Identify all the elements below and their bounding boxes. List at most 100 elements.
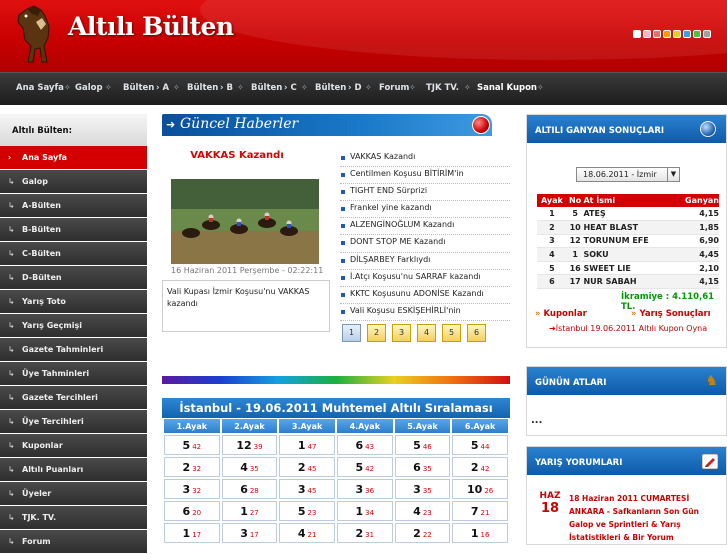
nav-item[interactable]: Bülten — [187, 83, 218, 93]
comment-date-day: 18 — [540, 501, 560, 516]
chevron-down-icon[interactable]: ▼ — [667, 168, 679, 181]
news-list-item[interactable]: TIGHT END Sürprizi — [340, 184, 510, 202]
news-list-item[interactable]: DİLŞARBEY Farklıydı — [340, 253, 510, 270]
nav-item-suffix[interactable]: › D — [348, 83, 362, 93]
page-button[interactable]: 2 — [367, 324, 386, 342]
yaris-yorumlari-title: YARIŞ YORUMLARI — [535, 458, 623, 468]
nav-item[interactable]: TJK TV. — [426, 83, 459, 93]
results-row[interactable]: 5 16 SWEET LIE 2,10 — [537, 261, 719, 276]
kupon-oyna-link[interactable]: ➜İstanbul 19.06.2011 Altılı Kupon Oyna — [549, 324, 707, 333]
sidebar-item[interactable]: ↳ Üye Tercihleri — [0, 410, 147, 434]
color-swatch[interactable] — [673, 30, 681, 38]
altili-cell: 4 35 — [221, 457, 278, 477]
color-swatch[interactable] — [703, 30, 711, 38]
comment-link[interactable]: 18 Haziran 2011 CUMARTESİ ANKARA - Safka… — [569, 492, 719, 544]
horse-points: 44 — [480, 442, 490, 451]
sidebar-item[interactable]: ↳ Üye Tahminleri — [0, 362, 147, 386]
news-list-item[interactable]: Vali Koşusu ESKİŞEHİRLİ'nin — [340, 304, 510, 321]
page-button[interactable]: 1 — [342, 324, 361, 342]
nav-item[interactable]: Bülten — [315, 83, 346, 93]
yaris-sonuclari-link[interactable]: » Yarış Sonuçları — [631, 309, 711, 319]
color-swatch[interactable] — [653, 30, 661, 38]
theme-swatches — [633, 30, 711, 38]
sidebar-item[interactable]: ↳ Kuponlar — [0, 434, 147, 458]
nav-item[interactable]: Sanal Kupon — [477, 83, 537, 93]
arrow-right-icon: ➜ — [166, 118, 176, 131]
results-row[interactable]: 3 12 TORUNUM EFE 6,90 — [537, 234, 719, 249]
return-arrow-icon: ↳ — [8, 297, 15, 306]
sidebar-item[interactable]: ↳ A-Bülten — [0, 194, 147, 218]
news-list-item[interactable]: ALZENGİNOĞLUM Kazandı — [340, 218, 510, 236]
nav-item-suffix[interactable]: › C — [284, 83, 297, 93]
sidebar-item-label: A-Bülten — [22, 201, 61, 210]
page-button[interactable]: 5 — [442, 324, 461, 342]
nav-item-suffix[interactable]: › B — [220, 83, 233, 93]
sidebar-item[interactable]: ↳ Üyeler — [0, 482, 147, 506]
sidebar-item[interactable]: ↳ Galop — [0, 170, 147, 194]
sidebar-menu: › Ana Sayfa ↳ Galop ↳ A-Bülten ↳ B-Bülten ↳ C-Bül… — [0, 146, 147, 554]
news-list-item[interactable]: Centilmen Koşusu BİTİRİM'in — [340, 167, 510, 185]
sidebar-item[interactable]: ↳ Altılı Puanları — [0, 458, 147, 482]
return-arrow-icon: ↳ — [8, 465, 15, 474]
results-cell: 6 — [537, 274, 567, 290]
color-swatch[interactable] — [683, 30, 691, 38]
color-swatch[interactable] — [633, 30, 641, 38]
color-swatch[interactable] — [693, 30, 701, 38]
sidebar-item[interactable]: ↳ D-Bülten — [0, 266, 147, 290]
results-row[interactable]: 2 10 HEAT BLAST 1,85 — [537, 220, 719, 235]
sidebar-item[interactable]: ↳ B-Bülten — [0, 218, 147, 242]
horse-points: 23 — [307, 508, 317, 517]
page-button[interactable]: 3 — [392, 324, 411, 342]
nav-item[interactable]: Galop — [75, 83, 103, 93]
sidebar-item[interactable]: ↳ Forum — [0, 530, 147, 554]
results-cell: NUR SABAH — [583, 274, 673, 290]
news-list-item[interactable]: İ.Atçı Koşusu'nu SARRAF kazandı — [340, 270, 510, 287]
results-row[interactable]: 6 17 NUR SABAH 4,15 — [537, 274, 719, 290]
date-track-select[interactable]: 18.06.2011 - İzmir ▼ — [576, 167, 680, 182]
page-button[interactable]: 6 — [467, 324, 486, 342]
altili-cell: 5 46 — [394, 435, 451, 455]
color-swatch[interactable] — [643, 30, 651, 38]
sidebar-item-label: Gazete Tahminleri — [22, 345, 104, 354]
rss-ball-icon[interactable] — [472, 116, 490, 134]
results-cell: 16 — [566, 261, 584, 276]
return-arrow-icon: ↳ — [8, 177, 15, 186]
results-row[interactable]: 4 1 SOKU 4,45 — [537, 247, 719, 262]
results-column-header: Ayak — [537, 194, 567, 207]
sidebar-item[interactable]: › Ana Sayfa — [0, 146, 147, 170]
site-title[interactable]: Altılı Bülten — [68, 12, 234, 41]
altili-column-header: 1.Ayak — [164, 419, 220, 433]
nav-item[interactable]: Bülten — [123, 83, 154, 93]
news-list-item[interactable]: Frankel yine kazandı — [340, 201, 510, 219]
sidebar-item[interactable]: ↳ Gazete Tercihleri — [0, 386, 147, 410]
color-swatch[interactable] — [663, 30, 671, 38]
news-headline[interactable]: VAKKAS Kazandı — [162, 150, 312, 161]
comment-date: HAZ 18 — [535, 491, 565, 516]
news-photo[interactable] — [171, 179, 319, 264]
sidebar-item-label: B-Bülten — [22, 225, 61, 234]
sidebar-item[interactable]: ↳ TJK. TV. — [0, 506, 147, 530]
results-table: Ayak No At İsmi Ganyan 1 5 ATEŞ 4,15 2 10 HEAT BL… — [537, 194, 719, 290]
sidebar-item[interactable]: ↳ C-Bülten — [0, 242, 147, 266]
sidebar-item[interactable]: ↳ Gazete Tahminleri — [0, 338, 147, 362]
altili-column-header: 3.Ayak — [279, 419, 335, 433]
return-arrow-icon: ↳ — [8, 417, 15, 426]
results-row[interactable]: 1 5 ATEŞ 4,15 — [537, 207, 719, 222]
news-list-item[interactable]: KKTC Koşusunu ADONİSE Kazandı — [340, 287, 510, 304]
horse-number: 5 — [355, 460, 364, 474]
news-list-item[interactable]: VAKKAS Kazandı — [340, 150, 510, 168]
double-chevron-icon: » — [535, 309, 541, 319]
kuponlar-link[interactable]: » Kuponlar — [535, 309, 587, 319]
news-list-item[interactable]: DONT STOP ME Kazandı — [340, 235, 510, 253]
results-cell: 1 — [537, 207, 567, 222]
horse-logo-icon[interactable] — [14, 2, 60, 68]
nav-item[interactable]: Ana Sayfa — [16, 83, 64, 93]
sidebar-item[interactable]: ↳ Yarış Geçmişi — [0, 314, 147, 338]
nav-item-suffix[interactable]: › A — [156, 83, 169, 93]
page-button[interactable]: 4 — [417, 324, 436, 342]
horse-number: 5 — [413, 438, 421, 452]
nav-item[interactable]: Forum — [379, 83, 409, 93]
nav-item[interactable]: Bülten — [251, 83, 282, 93]
horse-points: 23 — [422, 508, 432, 517]
sidebar-item[interactable]: ↳ Yarış Toto — [0, 290, 147, 314]
